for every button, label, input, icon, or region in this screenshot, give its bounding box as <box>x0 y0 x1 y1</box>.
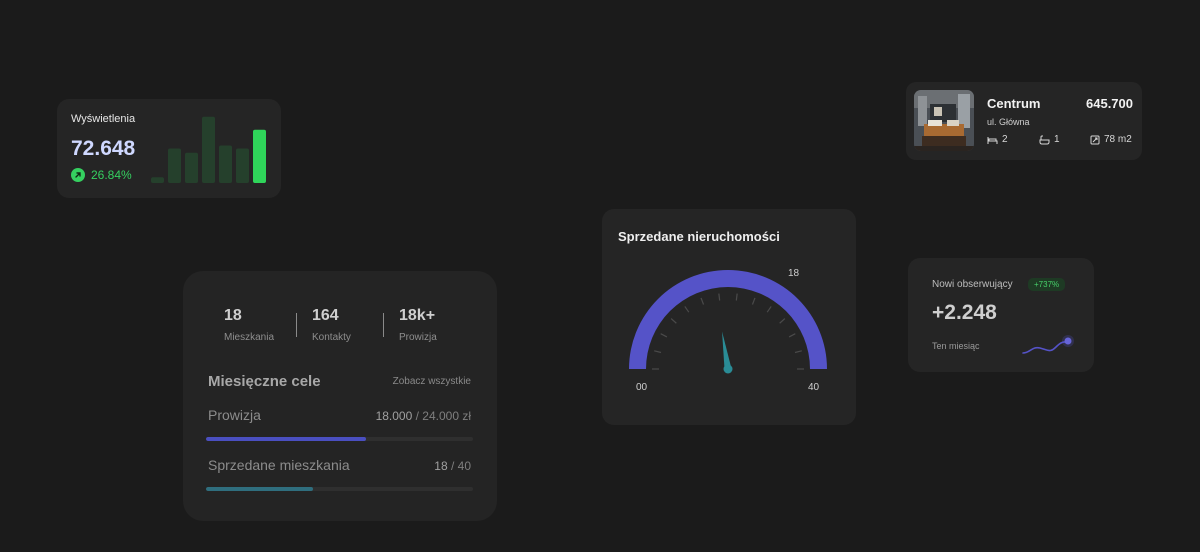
views-bar <box>253 129 266 183</box>
goal-sold-value: 18 / 40 <box>434 459 471 473</box>
gauge-tick <box>700 297 705 305</box>
stat-divider <box>296 313 297 337</box>
gauge-tick <box>670 318 677 324</box>
bed-icon <box>987 136 998 144</box>
stat-contacts: 164 Kontakty <box>312 307 351 343</box>
views-bar-chart <box>151 116 266 183</box>
progress-fill <box>206 437 367 441</box>
goal-commission-value: 18.000 / 24.000 zł <box>375 409 471 423</box>
goal-sold-progress <box>206 487 473 491</box>
gauge-tick <box>654 350 662 354</box>
followers-period: Ten miesiąc <box>932 341 980 351</box>
gauge-min-label: 00 <box>636 382 648 393</box>
property-card[interactable]: Centrum 645.700 ul. Główna 2 1 78 m2 <box>906 82 1142 160</box>
gauge-tick <box>779 318 786 324</box>
gauge-tick <box>766 306 772 313</box>
gauge-tick <box>660 333 668 338</box>
new-followers-card: Nowi obserwujący +737% +2.248 Ten miesią… <box>908 258 1094 372</box>
goal-commission-progress <box>206 437 473 441</box>
arrow-up-right-icon <box>71 168 85 182</box>
progress-fill <box>206 487 313 491</box>
property-name: Centrum <box>987 96 1041 111</box>
gauge-needle <box>722 331 732 370</box>
views-bar <box>151 177 164 183</box>
followers-value: +2.248 <box>932 301 997 324</box>
property-street: ul. Główna <box>987 117 1030 127</box>
views-bar <box>202 116 215 183</box>
followers-title: Nowi obserwujący <box>932 279 1013 290</box>
followers-sparkline <box>1022 335 1074 354</box>
property-photo <box>914 90 974 151</box>
bathtub-icon <box>1039 135 1050 144</box>
views-bar <box>236 148 249 183</box>
goal-sold-label: Sprzedane mieszkania <box>208 457 350 473</box>
goal-commission-label: Prowizja <box>208 407 261 423</box>
followers-badge: +737% <box>1028 278 1066 291</box>
property-bathrooms: 1 <box>1039 134 1060 145</box>
monthly-goals-title: Miesięczne cele <box>208 373 321 390</box>
stat-divider <box>383 313 384 337</box>
gauge-hub <box>723 364 733 374</box>
stat-apartments: 18 Mieszkania <box>224 307 275 343</box>
gauge-tick <box>684 306 690 313</box>
views-change: 26.84% <box>91 168 132 182</box>
stat-commission: 18k+ Prowizja <box>399 307 437 343</box>
gauge-tick <box>751 297 756 305</box>
gauge-tick <box>794 350 802 354</box>
views-card: Wyświetlenia 72.648 26.84% <box>57 99 281 198</box>
views-bar <box>185 152 198 183</box>
views-bar <box>219 145 232 183</box>
property-price: 645.700 <box>1086 96 1133 111</box>
gauge-tick <box>735 293 738 301</box>
views-value: 72.648 <box>71 137 136 160</box>
gauge-tick <box>718 293 721 301</box>
views-trend: 26.84% <box>71 168 132 182</box>
property-bedrooms: 2 <box>987 134 1008 145</box>
views-bar <box>168 148 181 183</box>
property-area: 78 m2 <box>1090 134 1132 145</box>
see-all-link[interactable]: Zobacz wszystkie <box>393 376 471 387</box>
gauge-tick <box>788 333 796 338</box>
gauge-value-label: 18 <box>788 268 800 279</box>
views-title: Wyświetlenia <box>71 113 136 125</box>
gauge-max-label: 40 <box>808 382 820 393</box>
area-icon <box>1090 135 1100 144</box>
stats-card: 18 Mieszkania 164 Kontakty 18k+ Prowizja… <box>183 271 497 521</box>
sold-properties-gauge-card: Sprzedane nieruchomości 18 00 40 <box>602 209 856 425</box>
gauge-arc <box>629 270 827 369</box>
